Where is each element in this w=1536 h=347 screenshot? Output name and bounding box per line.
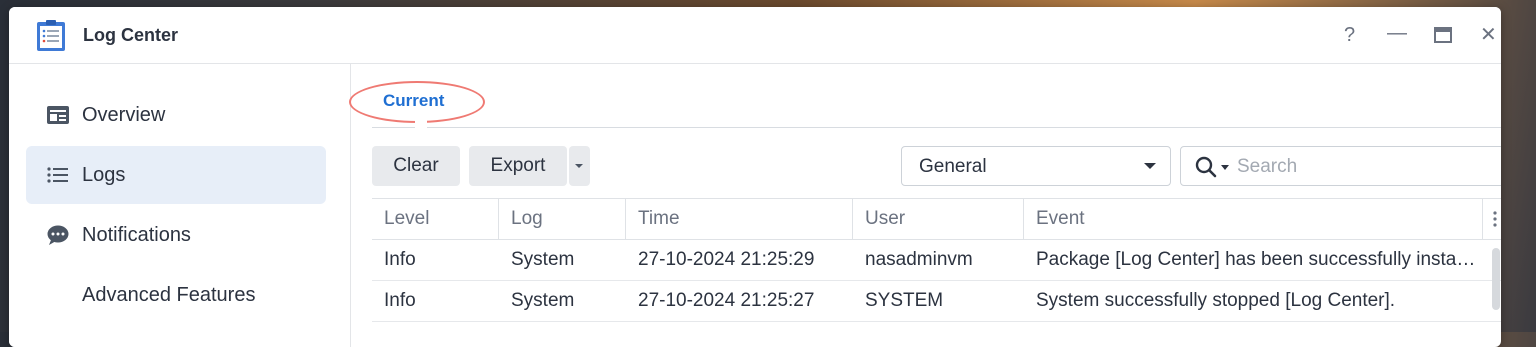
overview-icon [47,106,69,124]
export-dropdown-button[interactable] [569,146,590,186]
column-header-time[interactable]: Time [626,199,853,239]
column-header-event[interactable]: Event [1024,199,1483,239]
search-icon[interactable] [1195,156,1217,178]
help-button[interactable]: ? [1344,25,1355,45]
chat-bubble-icon [47,225,69,245]
cell-time: 27-10-2024 21:25:29 [638,249,815,270]
log-center-window: Log Center ? — ✕ Overview Logs Notificat… [9,7,1501,347]
minimize-button[interactable]: — [1387,23,1407,43]
tab-current[interactable]: Current [383,91,444,111]
tab-divider [372,127,1501,128]
sidebar-item-label: Overview [82,104,166,126]
column-header-log[interactable]: Log [499,199,626,239]
cell-log: System [511,249,575,270]
log-type-value: General [919,156,987,177]
column-header-user[interactable]: User [853,199,1024,239]
title-bar: Log Center ? — ✕ [9,7,1501,64]
cell-event: System successfully stopped [Log Center]… [1036,290,1396,311]
chevron-down-icon [575,164,583,168]
sidebar-item-label: Logs [82,164,126,186]
sidebar-item-logs[interactable]: Logs [26,146,326,204]
table-row[interactable]: Info System 27-10-2024 21:25:29 nasadmin… [372,240,1501,281]
list-icon [47,167,68,183]
cell-event: Package [Log Center] has been successful… [1036,249,1476,270]
cell-level: Info [384,290,416,311]
cell-user: nasadminvm [865,249,973,270]
search-options-caret-icon[interactable] [1221,165,1229,170]
cell-time: 27-10-2024 21:25:27 [638,290,815,311]
cell-user: SYSTEM [865,290,944,311]
maximize-button[interactable] [1434,27,1452,43]
sidebar-item-overview[interactable]: Overview [26,86,326,144]
sidebar: Overview Logs Notifications Advanced Fea… [9,64,351,347]
export-button[interactable]: Export [469,146,567,186]
main-content: Current Clear Export General Level [349,64,1501,347]
clear-button[interactable]: Clear [372,146,460,186]
table-header: Level Log Time User Event [372,198,1501,240]
sidebar-item-label: Advanced Features [82,284,256,306]
chevron-down-icon [1144,163,1156,169]
log-type-select[interactable]: General [901,146,1171,186]
table-scrollbar[interactable] [1492,248,1500,310]
column-menu-icon[interactable] [1491,209,1499,229]
tab-indicator-gap [415,119,427,129]
sidebar-item-label: Notifications [82,224,191,246]
window-title: Log Center [83,25,179,45]
split-divider [567,146,569,186]
column-header-level[interactable]: Level [372,199,499,239]
table-row[interactable]: Info System 27-10-2024 21:25:27 SYSTEM S… [372,281,1501,322]
close-button[interactable]: ✕ [1480,25,1497,45]
log-center-app-icon [37,20,65,51]
sidebar-item-advanced-features[interactable]: Advanced Features [26,266,326,324]
log-table: Level Log Time User Event Info System 27… [372,198,1501,322]
cell-log: System [511,290,575,311]
cell-level: Info [384,249,416,270]
sidebar-item-notifications[interactable]: Notifications [26,206,326,264]
search-box[interactable] [1180,146,1501,186]
search-input[interactable] [1235,153,1489,181]
